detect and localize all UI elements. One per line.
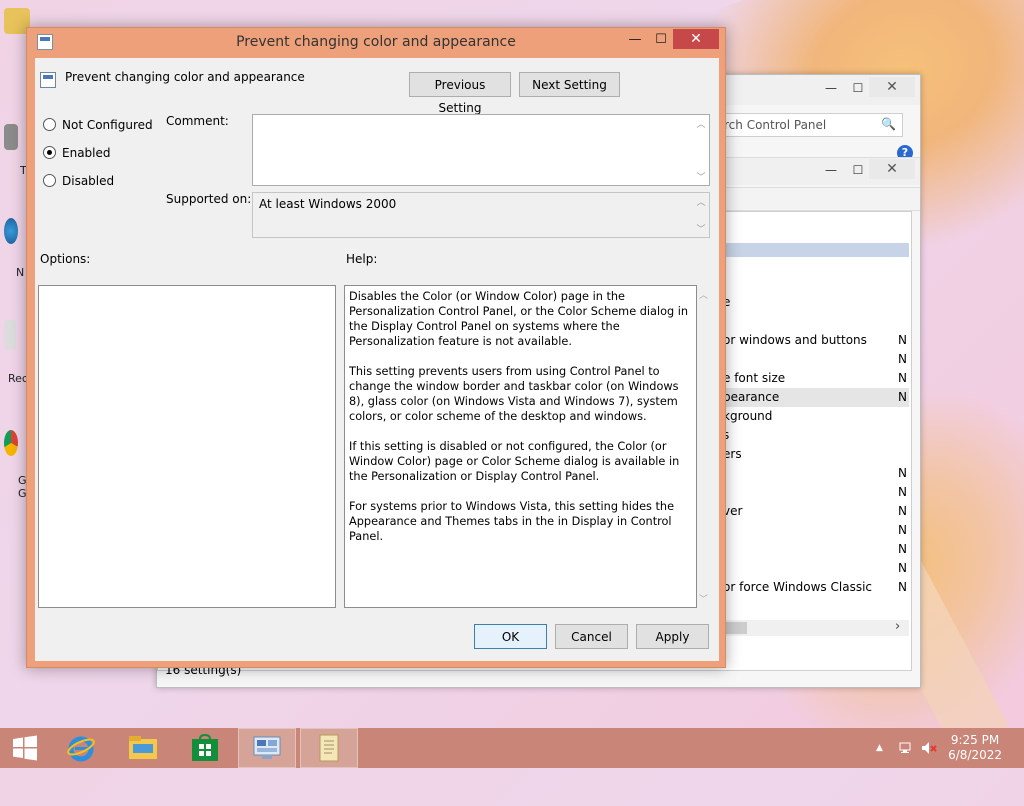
desktop-icon-label: Rec [8,372,28,385]
list-item-state: N [898,390,907,404]
list-item-state: N [898,333,907,347]
search-placeholder: rch Control Panel [724,118,827,132]
supported-on-value: At least Windows 2000 [259,197,397,211]
list-item-state: N [898,504,907,518]
store-icon [192,734,218,761]
apply-button[interactable]: Apply [636,624,709,649]
search-input[interactable]: rch Control Panel 🔍 [717,113,903,137]
supported-on-label: Supported on: [166,192,252,206]
radio-enabled[interactable]: Enabled [43,146,111,160]
taskbar-file-explorer[interactable] [114,728,172,768]
clock-time: 9:25 PM [950,733,1000,747]
windows-logo-icon [13,735,37,761]
search-icon[interactable]: 🔍 [881,117,896,131]
close-button[interactable]: ✕ [869,77,915,97]
help-text: Disables the Color (or Window Color) pag… [349,289,694,559]
scroll-right-arrow[interactable]: › [895,619,900,634]
radio-label: Not Configured [62,118,153,132]
help-paragraph: This setting prevents users from using C… [349,365,679,423]
help-scroll-up-arrow[interactable]: ︿ [699,288,708,301]
maximize-button[interactable]: ☐ [845,79,871,97]
supported-on-field: At least Windows 2000 ︿ ﹀ [252,192,710,238]
ok-button[interactable]: OK [474,624,547,649]
tray-arrow-icon[interactable]: ▲ [876,743,883,753]
list-item-state: N [898,371,907,385]
volume-muted-icon [922,742,937,754]
next-setting-button[interactable]: Next Setting [519,72,620,97]
control-panel-icon [253,736,281,759]
chrome-icon [4,430,18,456]
show-hidden-icons[interactable]: ▲ [876,728,883,768]
taskbar-notepad[interactable] [300,728,358,768]
scroll-up-arrow[interactable]: ︿ [695,195,707,208]
radio-circle[interactable] [43,118,56,131]
list-item-state: N [898,485,907,499]
setting-name: Prevent changing color and appearance [65,70,305,84]
list-header-strip [717,243,909,257]
comment-label: Comment: [166,114,229,128]
list-item[interactable]: pearance [723,390,779,404]
start-button[interactable] [0,728,50,768]
list-item-state: N [898,352,907,366]
comment-textarea[interactable]: ︿ ﹀ [252,114,710,186]
setting-icon [40,72,56,88]
policy-dialog[interactable]: Prevent changing color and appearance — … [26,27,726,668]
recycle-bin-icon [4,320,16,350]
radio-circle[interactable] [43,174,56,187]
network-icon [899,742,911,753]
inner-close-button[interactable]: ✕ [869,159,915,179]
help-scroll-down-arrow[interactable]: ﹀ [699,592,708,605]
list-item[interactable]: or windows and buttons [723,333,867,347]
taskbar: ▲ 9:25 PM 6/8/2022 [0,728,1024,768]
cancel-button[interactable]: Cancel [555,624,628,649]
network-tray[interactable] [898,728,914,768]
taskbar-store[interactable] [176,728,234,768]
taskbar-clock[interactable]: 9:25 PM 6/8/2022 [948,733,1002,763]
minimize-button[interactable]: — [621,30,649,50]
list-item[interactable]: e font size [723,371,785,385]
options-label: Options: [40,252,91,266]
list-item-state: N [898,580,907,594]
previous-setting-button[interactable]: Previous Setting [409,72,511,115]
volume-tray[interactable] [920,728,938,768]
help-paragraph: Disables the Color (or Window Color) pag… [349,290,689,348]
minimize-button[interactable]: — [818,79,844,97]
clock-date: 6/8/2022 [948,748,1002,762]
radio-label: Disabled [62,174,115,188]
help-panel[interactable]: Disables the Color (or Window Color) pag… [344,285,697,608]
help-paragraph: For systems prior to Windows Vista, this… [349,500,675,543]
inner-maximize-button[interactable]: ☐ [845,161,871,179]
file-explorer-icon [129,736,157,759]
list-item-state: N [898,523,907,537]
help-paragraph: If this setting is disabled or not confi… [349,440,680,483]
close-button[interactable]: ✕ [673,29,719,49]
list-item-state: N [898,466,907,480]
desktop-icon-label: N [16,266,25,279]
scroll-document-icon [319,734,339,762]
radio-circle-selected[interactable] [43,146,56,159]
taskbar-control-panel[interactable] [238,728,296,768]
radio-disabled[interactable]: Disabled [43,174,114,188]
dialog-titlebar[interactable]: Prevent changing color and appearance — … [27,28,725,56]
options-panel[interactable] [38,285,336,608]
list-item-state: N [898,561,907,575]
list-item[interactable]: kground [723,409,772,423]
help-label: Help: [346,252,378,266]
list-item[interactable]: or force Windows Classic [723,580,872,594]
radio-not-configured[interactable]: Not Configured [43,118,153,132]
list-item-state: N [898,542,907,556]
dialog-client: Prevent changing color and appearance Pr… [35,58,719,661]
radio-label: Enabled [62,146,111,160]
scroll-down-arrow[interactable]: ﹀ [695,170,707,183]
taskbar-internet-explorer[interactable] [52,728,110,768]
scroll-up-arrow[interactable]: ︿ [695,117,707,130]
computer-icon [4,124,18,150]
internet-explorer-icon [67,736,95,762]
inner-minimize-button[interactable]: — [818,161,844,179]
scroll-down-arrow[interactable]: ﹀ [695,222,707,235]
network-icon [4,218,18,244]
maximize-button[interactable]: ☐ [647,30,675,50]
